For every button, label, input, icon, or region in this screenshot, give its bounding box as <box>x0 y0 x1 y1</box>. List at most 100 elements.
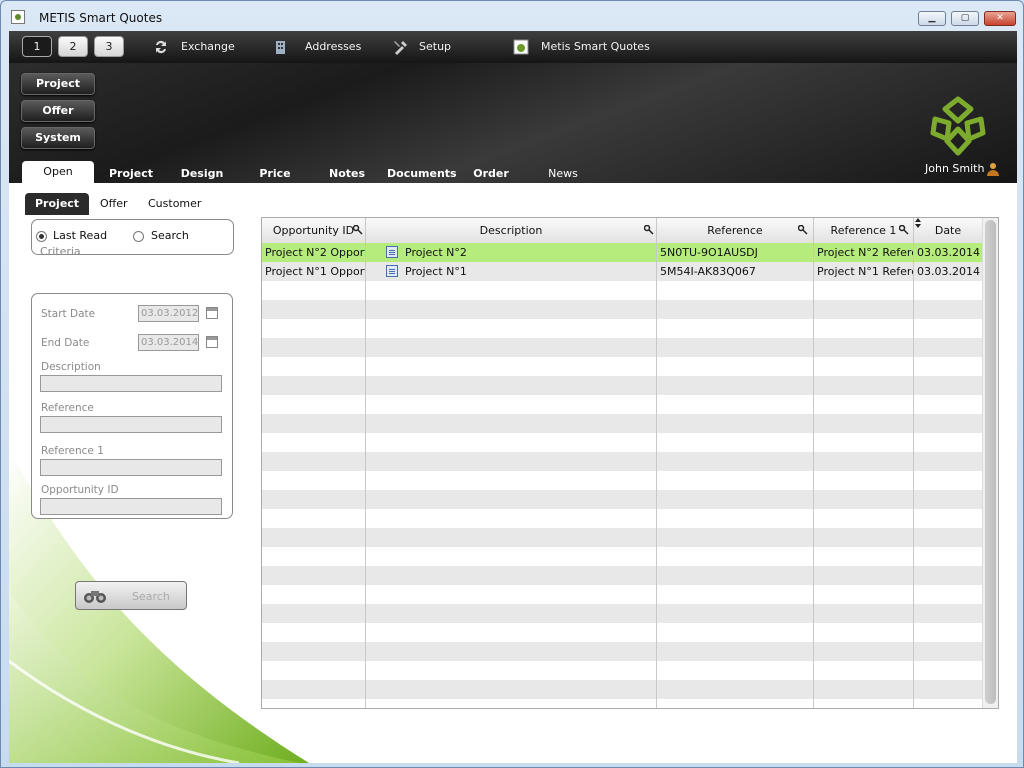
empty-row <box>262 547 982 566</box>
search-radio[interactable] <box>133 231 144 242</box>
end-date-field[interactable]: 03.03.2014 <box>138 334 199 351</box>
side-offer-button[interactable]: Offer <box>21 100 95 122</box>
metis-logo <box>930 96 986 156</box>
app-icon <box>11 10 25 24</box>
side-project-button[interactable]: Project <box>21 73 95 95</box>
col-reference-label: Reference <box>707 224 763 237</box>
setup-icon <box>394 41 407 55</box>
cell-date: 03.03.2014 <box>917 246 980 259</box>
start-date-label: Start Date <box>41 308 96 320</box>
client-area: 1 2 3 Exchange Addresses Setup Metis Sma… <box>9 31 1017 763</box>
col-opportunity-id[interactable]: Opportunity ID <box>262 218 365 243</box>
empty-row <box>262 357 982 376</box>
reference1-field[interactable] <box>40 459 222 476</box>
table-row[interactable]: Project N°2 Opport Project N°2 5N0TU-9O1AU… <box>262 243 982 262</box>
reference-field[interactable] <box>40 416 222 433</box>
empty-row <box>262 281 982 300</box>
vertical-scrollbar[interactable] <box>982 218 998 708</box>
tab-order[interactable]: Order <box>471 163 511 185</box>
col-date-label: Date <box>934 224 962 237</box>
start-date-calendar-icon[interactable] <box>206 307 218 319</box>
opportunity-id-field[interactable] <box>40 498 222 515</box>
description-label: Description <box>41 361 101 373</box>
empty-row <box>262 509 982 528</box>
tab-documents[interactable]: Documents <box>387 163 457 185</box>
col-divider <box>813 218 814 708</box>
search-button[interactable]: Search <box>75 581 187 610</box>
empty-row <box>262 471 982 490</box>
addresses-icon <box>276 41 285 54</box>
app-window: METIS Smart Quotes ▁ ▢ ✕ 1 2 3 Exchange … <box>0 0 1024 768</box>
view-2-button[interactable]: 2 <box>58 36 88 57</box>
scrollbar-thumb[interactable] <box>985 220 996 704</box>
criteria-box: Start Date 03.03.2012 End Date 03.03.201… <box>31 293 233 519</box>
col-description[interactable]: Description <box>366 218 656 243</box>
empty-row <box>262 642 982 661</box>
empty-row <box>262 661 982 680</box>
tab-price[interactable]: Price <box>257 163 293 185</box>
exchange-label: Exchange <box>181 40 235 53</box>
col-reference[interactable]: Reference <box>657 218 813 243</box>
tab-project[interactable]: Project <box>105 163 157 185</box>
header-banner: Project Offer System John Smith <box>9 63 1017 183</box>
end-date-calendar-icon[interactable] <box>206 336 218 348</box>
minimize-button[interactable]: ▁ <box>918 11 946 26</box>
reference-filter-icon[interactable] <box>798 225 808 235</box>
cell-description: Project N°1 <box>366 262 656 281</box>
maximize-button[interactable]: ▢ <box>951 11 979 26</box>
description-filter-icon[interactable] <box>644 225 654 235</box>
close-button[interactable]: ✕ <box>984 11 1016 26</box>
empty-row <box>262 338 982 357</box>
tab-design[interactable]: Design <box>179 163 225 185</box>
empty-row <box>262 414 982 433</box>
cell-description-text: Project N°1 <box>405 265 467 278</box>
subtab-customer[interactable]: Customer <box>148 193 201 215</box>
start-date-field[interactable]: 03.03.2012 <box>138 305 199 322</box>
view-3-button[interactable]: 3 <box>94 36 124 57</box>
view-1-button[interactable]: 1 <box>22 36 52 57</box>
subtab-offer[interactable]: Offer <box>100 193 128 215</box>
metis-label: Metis Smart Quotes <box>541 40 650 53</box>
exchange-icon <box>156 40 166 54</box>
empty-row <box>262 395 982 414</box>
col-divider <box>913 218 914 708</box>
end-date-label: End Date <box>41 337 90 349</box>
user-icon[interactable] <box>987 163 999 177</box>
reference1-filter-icon[interactable] <box>899 225 909 235</box>
side-system-button[interactable]: System <box>21 127 95 149</box>
empty-row <box>262 376 982 395</box>
tab-open[interactable]: Open <box>22 161 94 183</box>
empty-row <box>262 319 982 338</box>
project-doc-icon <box>386 246 398 258</box>
description-field[interactable] <box>40 375 222 392</box>
subtab-project[interactable]: Project <box>25 193 90 215</box>
window-title: METIS Smart Quotes <box>39 11 163 25</box>
col-divider <box>365 218 366 708</box>
search-button-label: Search <box>132 590 170 603</box>
results-grid: Opportunity ID Description Reference Ref… <box>261 217 999 709</box>
project-doc-icon <box>386 265 398 277</box>
user-name: John Smith <box>925 162 985 175</box>
grid-header: Opportunity ID Description Reference Ref… <box>262 218 982 244</box>
cell-reference1: Project N°1 Refere <box>817 265 913 278</box>
empty-row <box>262 452 982 471</box>
reference1-label: Reference 1 <box>41 445 104 457</box>
cell-description-text: Project N°2 <box>405 246 467 259</box>
empty-row <box>262 490 982 509</box>
cell-opportunity-id: Project N°1 Opport <box>265 265 365 278</box>
empty-row <box>262 623 982 642</box>
empty-row <box>262 585 982 604</box>
title-bar[interactable]: METIS Smart Quotes ▁ ▢ ✕ <box>1 1 1023 31</box>
tab-news[interactable]: News <box>545 163 581 185</box>
setup-label: Setup <box>419 40 452 53</box>
last-read-radio[interactable] <box>36 231 47 242</box>
search-radio-label: Search <box>151 229 189 242</box>
addresses-label: Addresses <box>305 40 362 53</box>
opportunity-id-filter-icon[interactable] <box>353 225 363 235</box>
table-row[interactable]: Project N°1 Opport Project N°1 5M54I-AK83Q… <box>262 262 982 281</box>
metis-icon <box>513 39 529 55</box>
tab-notes[interactable]: Notes <box>327 163 367 185</box>
col-opportunity-id-label: Opportunity ID <box>272 224 355 237</box>
col-date[interactable]: Date <box>914 218 982 243</box>
col-description-label: Description <box>479 224 543 237</box>
